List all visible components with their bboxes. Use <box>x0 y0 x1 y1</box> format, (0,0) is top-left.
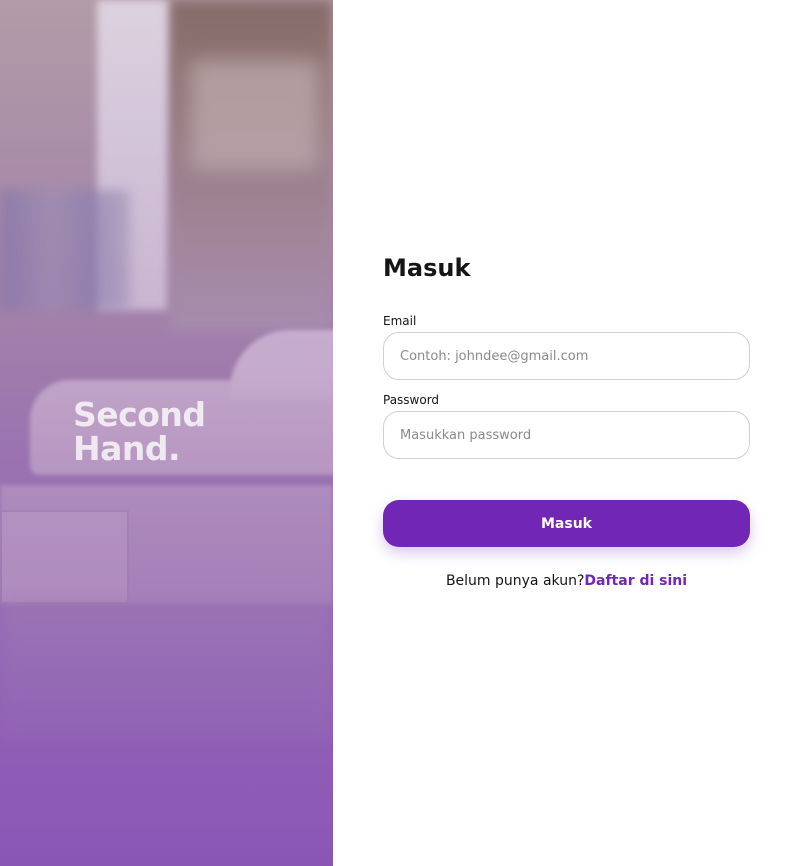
register-prompt-text: Belum punya akun? <box>445 573 585 589</box>
hero-image-panel: Second Hand. <box>0 0 333 866</box>
page-title: Masuk <box>383 254 471 282</box>
password-label: Password <box>383 393 440 407</box>
brand-line-2: Hand. <box>73 429 181 468</box>
password-input[interactable] <box>383 411 750 459</box>
password-field-group: Password <box>383 391 750 459</box>
register-link[interactable]: Daftar di sini <box>584 573 687 589</box>
email-input[interactable] <box>383 332 750 380</box>
login-button[interactable]: Masuk <box>383 500 750 547</box>
email-label: Email <box>383 314 417 328</box>
login-form: Masuk Email Password Masuk Belum punya a… <box>383 250 750 589</box>
register-prompt: Belum punya akun?Daftar di sini <box>383 573 750 589</box>
brand-logo-text: Second Hand. <box>73 398 206 466</box>
login-page: Second Hand. Masuk Email Password Masuk … <box>0 0 800 866</box>
brand-line-1: Second <box>73 395 206 434</box>
email-field-group: Email <box>383 312 750 380</box>
